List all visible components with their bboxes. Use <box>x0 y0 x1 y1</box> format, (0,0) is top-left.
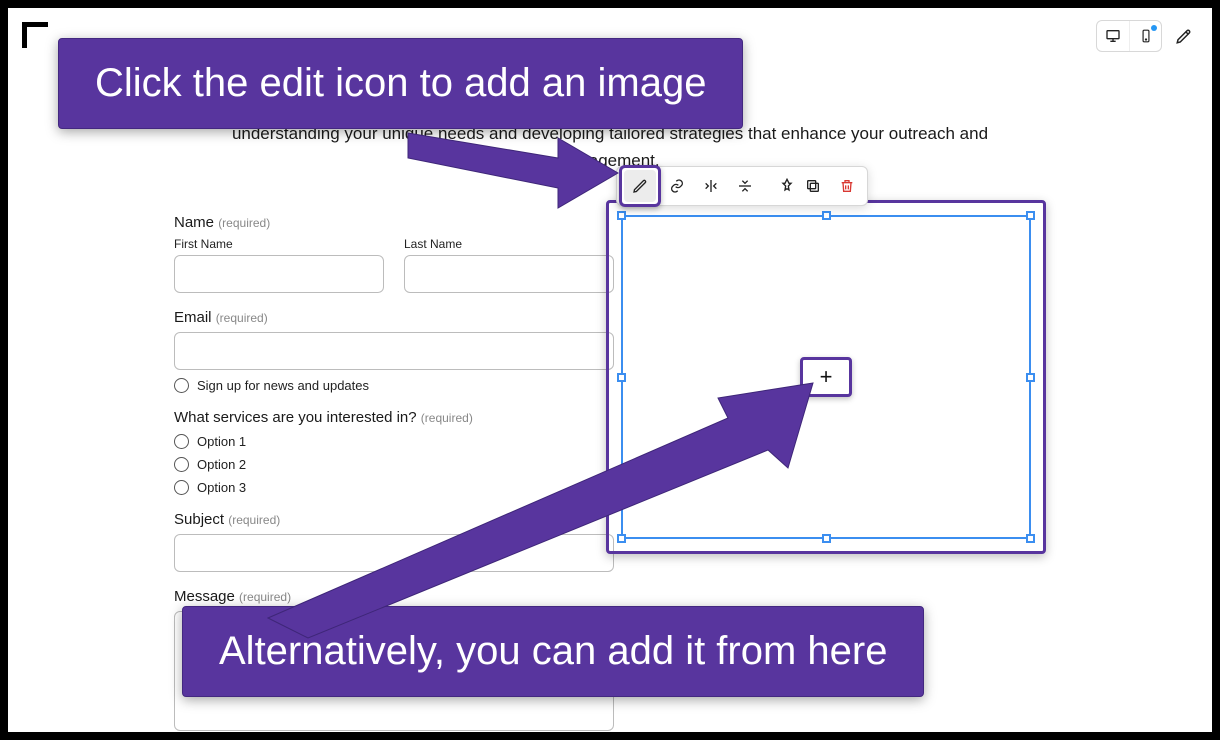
newsletter-checkbox-row[interactable]: Sign up for news and updates <box>174 378 614 393</box>
email-group: Email (required) Sign up for news and up… <box>174 309 614 393</box>
option-2-label: Option 2 <box>197 457 246 472</box>
name-label-text: Name <box>174 214 214 231</box>
mobile-icon <box>1139 28 1153 44</box>
resize-handle[interactable] <box>617 373 626 382</box>
viewport-group <box>1096 20 1162 52</box>
mobile-view-button[interactable] <box>1129 21 1161 51</box>
services-option-2[interactable]: Option 2 <box>174 457 614 472</box>
align-horizontal-icon <box>703 178 719 194</box>
message-label-text: Message <box>174 588 235 605</box>
corner-mark <box>22 22 48 48</box>
pin-button[interactable]: < html> <box>763 170 795 202</box>
resize-handle[interactable] <box>617 211 626 220</box>
email-input[interactable] <box>174 332 614 370</box>
resize-handle[interactable] <box>822 534 831 543</box>
name-label: Name (required) <box>174 214 614 231</box>
align-vertical-button[interactable] <box>729 170 761 202</box>
radio-icon <box>174 434 189 449</box>
radio-icon <box>174 480 189 495</box>
last-name-sublabel: Last Name <box>404 237 614 251</box>
desktop-icon <box>1105 28 1121 44</box>
edit-button[interactable] <box>624 170 656 202</box>
services-group: What services are you interested in? (re… <box>174 409 614 495</box>
brush-icon <box>1175 27 1193 45</box>
resize-handle[interactable] <box>1026 534 1035 543</box>
radio-icon <box>174 457 189 472</box>
link-button[interactable] <box>661 170 693 202</box>
editor-frame: understanding your unique needs and deve… <box>8 8 1212 732</box>
pencil-icon <box>632 178 648 194</box>
resize-handle[interactable] <box>617 534 626 543</box>
message-required: (required) <box>239 590 291 604</box>
trash-icon <box>839 178 855 194</box>
desktop-view-button[interactable] <box>1097 21 1129 51</box>
services-option-1[interactable]: Option 1 <box>174 434 614 449</box>
resize-handle[interactable] <box>1026 211 1035 220</box>
edit-button-highlight <box>619 165 661 207</box>
callout-bottom: Alternatively, you can add it from here <box>182 606 924 697</box>
subject-required: (required) <box>228 513 280 527</box>
first-name-sublabel: First Name <box>174 237 384 251</box>
services-option-3[interactable]: Option 3 <box>174 480 614 495</box>
newsletter-label: Sign up for news and updates <box>197 378 369 393</box>
email-label-text: Email <box>174 309 212 326</box>
block-toolbar: < html> <box>616 166 868 206</box>
resize-handle[interactable] <box>1026 373 1035 382</box>
subject-input[interactable] <box>174 534 614 572</box>
pin-icon <box>779 178 795 194</box>
duplicate-icon <box>805 178 821 194</box>
checkbox-circle <box>174 378 189 393</box>
services-required: (required) <box>421 411 473 425</box>
services-label: What services are you interested in? (re… <box>174 409 614 426</box>
viewport-controls <box>1096 20 1200 52</box>
subject-group: Subject (required) <box>174 511 614 572</box>
selected-image-block[interactable]: + <box>606 200 1046 554</box>
delete-button[interactable] <box>831 170 863 202</box>
link-icon <box>669 178 685 194</box>
services-label-text: What services are you interested in? <box>174 409 417 426</box>
align-horizontal-button[interactable] <box>695 170 727 202</box>
email-required: (required) <box>216 311 268 325</box>
name-required: (required) <box>218 216 270 230</box>
option-3-label: Option 3 <box>197 480 246 495</box>
name-group: Name (required) First Name Last Name <box>174 214 614 293</box>
callout-top: Click the edit icon to add an image <box>58 38 743 129</box>
add-image-plus-button[interactable]: + <box>800 357 852 397</box>
subject-label: Subject (required) <box>174 511 614 528</box>
last-name-input[interactable] <box>404 255 614 293</box>
subject-label-text: Subject <box>174 511 224 528</box>
option-1-label: Option 1 <box>197 434 246 449</box>
resize-handle[interactable] <box>822 211 831 220</box>
email-label: Email (required) <box>174 309 614 326</box>
duplicate-button[interactable] <box>797 170 829 202</box>
brush-button[interactable] <box>1168 21 1200 51</box>
align-vertical-icon <box>737 178 753 194</box>
message-label: Message (required) <box>174 588 614 605</box>
plus-icon: + <box>820 364 833 390</box>
first-name-input[interactable] <box>174 255 384 293</box>
pin-icon: < html> <box>763 178 779 194</box>
